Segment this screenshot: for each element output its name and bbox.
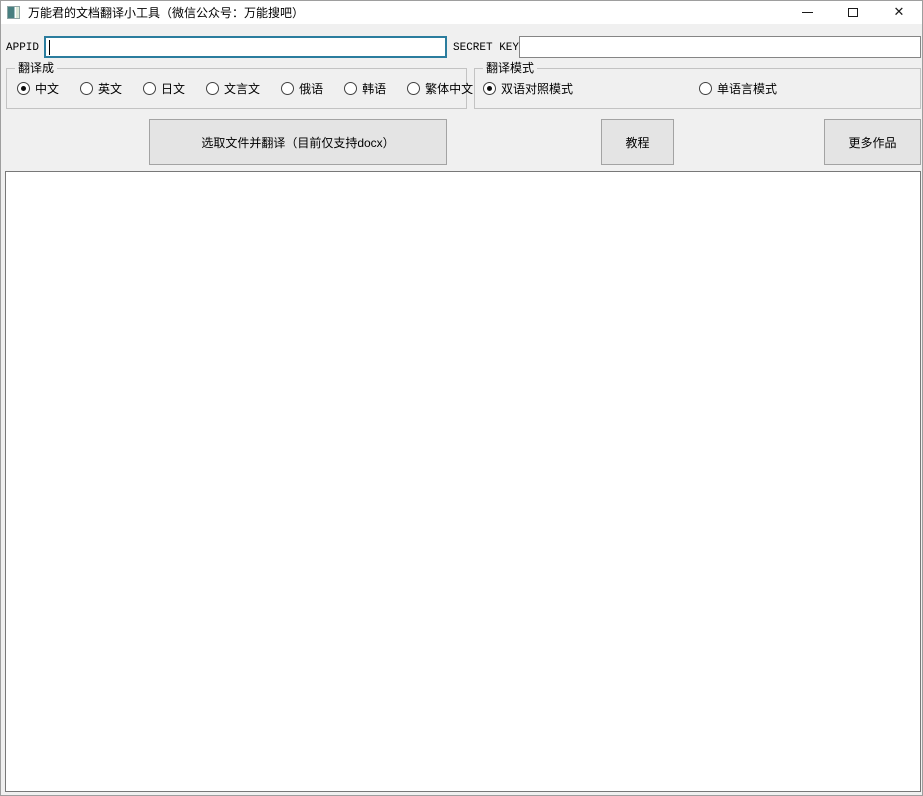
radio-icon xyxy=(699,82,713,95)
appid-label: APPID xyxy=(6,42,40,54)
window-title: 万能君的文档翻译小工具（微信公众号：万能搜吧） xyxy=(28,6,305,20)
radio-label: 单语言模式 xyxy=(717,82,778,96)
radio-lang-russian[interactable]: 俄语 xyxy=(281,80,323,97)
radio-label: 中文 xyxy=(35,82,60,96)
radio-lang-classical-chinese[interactable]: 文言文 xyxy=(206,80,260,97)
translate-to-groupbox: 翻译成 中文 英文 日文 文言文 俄语 韩语 繁体中文 xyxy=(6,61,473,109)
radio-lang-japanese[interactable]: 日文 xyxy=(143,80,185,97)
radio-icon xyxy=(17,82,30,95)
window-controls: ✕ xyxy=(784,1,922,24)
close-button[interactable]: ✕ xyxy=(876,1,922,24)
radio-label: 英文 xyxy=(98,82,123,96)
radio-icon xyxy=(281,82,295,95)
minimize-button[interactable] xyxy=(784,1,830,24)
radio-icon xyxy=(344,82,358,95)
tutorial-button[interactable]: 教程 xyxy=(601,119,674,165)
radio-mode-monolingual[interactable]: 单语言模式 xyxy=(699,80,777,97)
translate-mode-options: 双语对照模式 单语言模式 xyxy=(475,69,920,108)
radio-lang-chinese[interactable]: 中文 xyxy=(17,80,59,97)
translate-mode-groupbox: 翻译模式 双语对照模式 单语言模式 xyxy=(474,61,921,109)
select-file-translate-button[interactable]: 选取文件并翻译（目前仅支持docx） xyxy=(149,119,447,165)
radio-label: 双语对照模式 xyxy=(501,82,574,96)
radio-icon xyxy=(407,82,421,95)
radio-label: 韩语 xyxy=(362,82,387,96)
radio-mode-bilingual[interactable]: 双语对照模式 xyxy=(483,80,573,97)
translate-to-options: 中文 英文 日文 文言文 俄语 韩语 繁体中文 xyxy=(7,69,473,108)
app-icon xyxy=(7,6,20,19)
radio-lang-english[interactable]: 英文 xyxy=(80,80,122,97)
radio-icon xyxy=(143,82,157,95)
radio-icon xyxy=(206,82,220,95)
radio-label: 繁体中文 xyxy=(425,82,474,96)
radio-label: 俄语 xyxy=(299,82,324,96)
radio-label: 文言文 xyxy=(224,82,261,96)
radio-label: 日文 xyxy=(161,82,186,96)
output-textarea[interactable] xyxy=(5,171,921,792)
maximize-icon xyxy=(848,8,858,17)
titlebar: 万能君的文档翻译小工具（微信公众号：万能搜吧） ✕ xyxy=(1,1,922,24)
secret-key-input[interactable] xyxy=(519,36,921,58)
radio-lang-korean[interactable]: 韩语 xyxy=(344,80,386,97)
app-window: 万能君的文档翻译小工具（微信公众号：万能搜吧） ✕ APPID SECRET K… xyxy=(0,0,923,796)
radio-icon xyxy=(80,82,94,95)
maximize-button[interactable] xyxy=(830,1,876,24)
radio-icon xyxy=(483,82,496,95)
secret-key-label: SECRET KEY xyxy=(453,42,520,54)
more-works-button[interactable]: 更多作品 xyxy=(824,119,921,165)
radio-lang-traditional-chinese[interactable]: 繁体中文 xyxy=(407,80,473,97)
close-icon: ✕ xyxy=(893,5,905,20)
minimize-icon xyxy=(801,12,813,13)
appid-input[interactable] xyxy=(44,36,447,58)
